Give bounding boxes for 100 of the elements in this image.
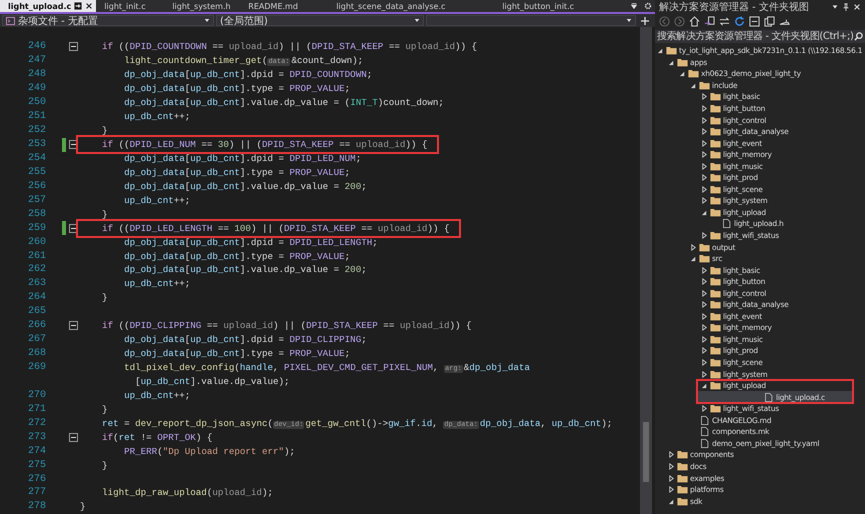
code-line: dp_obj_data[up_db_cnt].type = PROP_VALUE; [123, 83, 350, 94]
code-line: } [101, 460, 108, 471]
folder-icon [710, 277, 721, 286]
collapse-icon[interactable] [68, 140, 78, 150]
code-line: up_db_cnt++; [123, 278, 190, 290]
forward-icon[interactable] [674, 16, 685, 27]
folder-icon [710, 370, 721, 379]
folder-icon [710, 173, 721, 182]
file-tab[interactable]: light_scene_data_analyse.c [328, 0, 494, 12]
navigation-dropdown[interactable]: (全局范围) [216, 15, 424, 26]
back-icon[interactable] [659, 16, 670, 27]
folder-icon [699, 254, 710, 264]
close-icon[interactable] [85, 2, 94, 10]
collapse-icon[interactable] [68, 432, 78, 442]
code-line: [up_db_cnt].value.dp_value); [134, 376, 290, 387]
code-line: if ((DPID_COUNTDOWN == upload_id) || (DPID_STA_KEEP == upload_id)) { [101, 41, 478, 52]
code-line: dp_obj_data[up_db_cnt].value.dp_value = (INT_T)count_down; [123, 97, 444, 108]
folder-icon [710, 184, 721, 194]
expanded-arrow-icon[interactable] [701, 382, 708, 390]
folder-icon [710, 104, 721, 113]
file-tab[interactable]: README.md [240, 0, 328, 12]
code-line: } [80, 501, 86, 512]
line-number: 261 [26, 250, 46, 262]
line-number: 266 [26, 320, 46, 332]
folder-icon [710, 92, 721, 102]
dropdown-icon[interactable] [831, 2, 839, 10]
code-line: if(ret != OPRT_OK) { [101, 432, 212, 443]
scrollbar[interactable] [640, 27, 652, 514]
code-line: } [101, 292, 108, 304]
line-number: 271 [26, 404, 46, 415]
line-number: 272 [26, 418, 46, 429]
code-line: dp_obj_data[up_db_cnt].dpid = DPID_CLIPPING; [123, 334, 367, 346]
folder-icon [710, 231, 721, 240]
folder-icon [677, 496, 688, 506]
code-line: dp_obj_data[up_db_cnt].dpid = DPID_LED_LENGTH; [123, 236, 378, 248]
expanded-arrow-icon[interactable] [690, 255, 697, 262]
file-icon [699, 416, 710, 425]
panel-title: 解决方案资源管理器 - 文件夹视图 [659, 0, 809, 14]
file-tab[interactable]: light_system.h [164, 0, 240, 12]
code-line: up_db_cnt++; [123, 390, 190, 401]
refresh-icon[interactable] [734, 16, 745, 27]
file-icon [699, 427, 710, 436]
code-line: up_db_cnt++; [123, 111, 190, 122]
switch-views-icon[interactable] [704, 16, 715, 27]
expanded-arrow-icon[interactable] [668, 498, 675, 505]
collapsed-arrow-icon[interactable] [701, 405, 708, 412]
line-number: 253 [26, 139, 46, 150]
folder-icon [710, 127, 721, 136]
line-number: 259 [26, 222, 46, 234]
line-number: 260 [26, 236, 46, 248]
code-line: PR_ERR("Dp Upload report err"); [123, 446, 296, 457]
code-line: if ((DPID_CLIPPING == upload_id) || (DPID_STA_KEEP == upload_id)) { [101, 320, 472, 332]
folder-icon [710, 323, 721, 332]
code-line: } [101, 125, 108, 136]
line-number: 264 [26, 292, 46, 304]
line-number: 248 [26, 69, 46, 80]
folder-icon [710, 300, 721, 310]
caret-icon [204, 18, 210, 23]
navigation-dropdown[interactable]: 杂项文件 - 无配置 [2, 15, 214, 26]
file-icon [721, 219, 732, 228]
home-icon[interactable] [689, 16, 700, 27]
expanded-arrow-icon[interactable] [701, 208, 708, 216]
code-line: dp_obj_data[up_db_cnt].type = PROP_VALUE; [123, 166, 350, 178]
line-number: 249 [26, 83, 46, 94]
line-number: 250 [26, 97, 46, 108]
folder-icon [677, 58, 688, 67]
file-icon [699, 438, 710, 448]
line-number: 273 [26, 432, 46, 443]
line-number: 263 [26, 278, 46, 290]
folder-icon [710, 162, 721, 171]
project-icon [6, 16, 15, 24]
file-tab[interactable]: light_init.c [96, 0, 164, 12]
folder-icon [710, 358, 721, 368]
file-tab[interactable]: light_button_init.c [494, 0, 582, 12]
copy-icon[interactable] [764, 16, 775, 27]
settings-icon[interactable] [644, 2, 652, 10]
collapse-all-icon[interactable] [749, 16, 760, 27]
line-number: 255 [26, 166, 46, 178]
line-number: 247 [26, 55, 46, 66]
folder-icon [699, 242, 710, 252]
line-number: 256 [26, 180, 46, 192]
file-tab[interactable]: light_upload.c [0, 0, 96, 12]
line-number: 278 [26, 501, 46, 512]
folder-icon [677, 485, 688, 494]
code-line: dp_obj_data[up_db_cnt].dpid = DPID_LED_NUM; [123, 152, 362, 164]
dropdown-icon[interactable] [630, 2, 638, 10]
line-number: 262 [26, 264, 46, 276]
sync-icon[interactable] [719, 16, 730, 27]
line-number: 246 [26, 41, 46, 52]
collapse-icon[interactable] [68, 42, 78, 52]
split-icon[interactable] [641, 16, 649, 24]
code-line: up_db_cnt++; [123, 194, 190, 206]
collapse-icon[interactable] [68, 224, 78, 233]
folder-icon [710, 334, 721, 344]
folder-icon [710, 196, 721, 206]
collapse-icon[interactable] [68, 321, 78, 330]
folder-icon [677, 450, 688, 460]
code-line: light_dp_raw_upload(upload_id); [101, 487, 273, 498]
code-line: dp_obj_data[up_db_cnt].value.dp_value = 200; [123, 264, 367, 276]
folder-icon [666, 46, 677, 56]
